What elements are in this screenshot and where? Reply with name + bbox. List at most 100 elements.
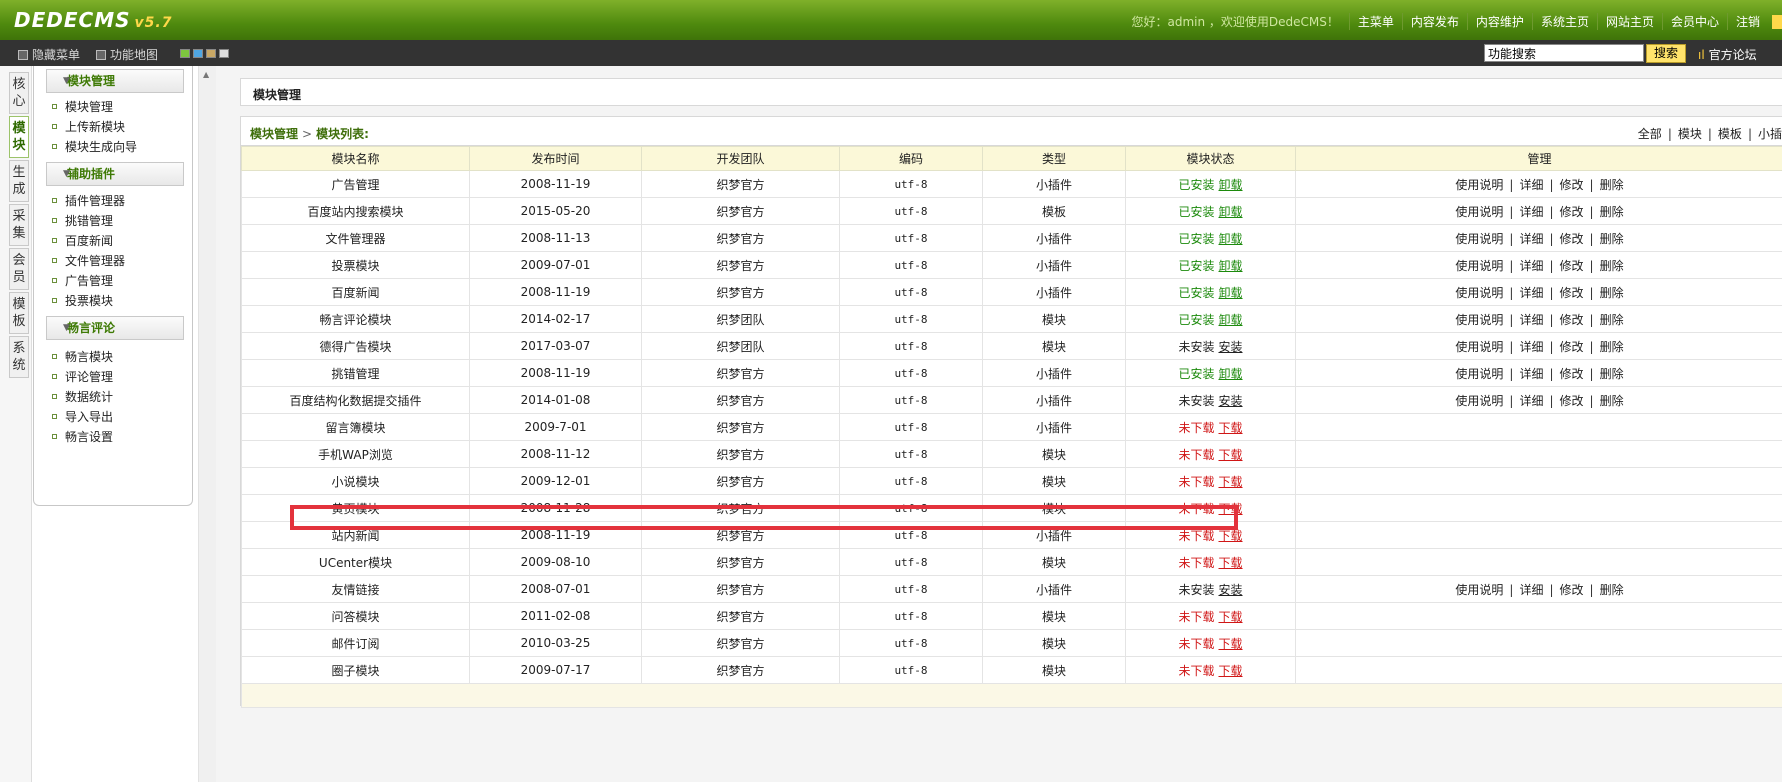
- manage-detail-link[interactable]: 详细: [1519, 232, 1543, 246]
- manage-edit-link[interactable]: 修改: [1560, 340, 1584, 354]
- vtab-generate[interactable]: 生成: [9, 160, 29, 202]
- manage-detail-link[interactable]: 详细: [1519, 367, 1543, 381]
- install-link[interactable]: 安装: [1219, 340, 1243, 354]
- filter-template[interactable]: 模板: [1718, 127, 1742, 141]
- manage-help-link[interactable]: 使用说明: [1455, 340, 1503, 354]
- manage-edit-link[interactable]: 修改: [1560, 232, 1584, 246]
- scroll-up-icon[interactable]: ▲: [203, 70, 209, 79]
- vtab-members[interactable]: 会员: [9, 248, 29, 290]
- manage-edit-link[interactable]: 修改: [1560, 367, 1584, 381]
- manage-delete-link[interactable]: 删除: [1600, 259, 1624, 273]
- breadcrumb-module-manage[interactable]: 模块管理: [250, 127, 298, 141]
- nav-member-center[interactable]: 会员中心: [1661, 13, 1727, 30]
- menu-item-import-export[interactable]: 导入导出: [52, 408, 113, 425]
- download-link[interactable]: 下载: [1219, 502, 1243, 516]
- menu-splitter[interactable]: ▲: [198, 66, 216, 782]
- nav-content-maintain[interactable]: 内容维护: [1466, 13, 1532, 30]
- manage-edit-link[interactable]: 修改: [1560, 313, 1584, 327]
- menu-item-vote[interactable]: 投票模块: [52, 292, 113, 309]
- official-forum-link[interactable]: ıl 官方论坛: [1698, 46, 1757, 63]
- filter-plugin[interactable]: 小插: [1758, 127, 1782, 141]
- manage-edit-link[interactable]: 修改: [1560, 394, 1584, 408]
- download-link[interactable]: 下载: [1219, 556, 1243, 570]
- install-link[interactable]: 安装: [1219, 583, 1243, 597]
- download-link[interactable]: 下载: [1219, 448, 1243, 462]
- corner-tab[interactable]: [1772, 14, 1782, 29]
- download-link[interactable]: 下载: [1219, 421, 1243, 435]
- menu-group-plugins[interactable]: ▼ 辅助插件: [46, 162, 184, 186]
- manage-detail-link[interactable]: 详细: [1519, 286, 1543, 300]
- manage-help-link[interactable]: 使用说明: [1455, 394, 1503, 408]
- manage-delete-link[interactable]: 删除: [1600, 394, 1624, 408]
- uninstall-link[interactable]: 卸载: [1219, 313, 1243, 327]
- theme-swatch-blue[interactable]: [193, 49, 203, 58]
- manage-help-link[interactable]: 使用说明: [1455, 313, 1503, 327]
- manage-detail-link[interactable]: 详细: [1519, 313, 1543, 327]
- menu-item-upload-module[interactable]: 上传新模块: [52, 118, 125, 135]
- manage-delete-link[interactable]: 删除: [1600, 367, 1624, 381]
- menu-group-changyan[interactable]: ▼ 畅言评论: [46, 316, 184, 340]
- manage-delete-link[interactable]: 删除: [1600, 340, 1624, 354]
- manage-help-link[interactable]: 使用说明: [1455, 583, 1503, 597]
- manage-delete-link[interactable]: 删除: [1600, 178, 1624, 192]
- menu-item-comment-manage[interactable]: 评论管理: [52, 368, 113, 385]
- hide-menu-button[interactable]: 隐藏菜单: [18, 46, 80, 63]
- uninstall-link[interactable]: 卸载: [1219, 259, 1243, 273]
- vtab-core[interactable]: 核心: [9, 72, 29, 114]
- menu-item-module-manage[interactable]: 模块管理: [52, 98, 113, 115]
- manage-help-link[interactable]: 使用说明: [1455, 259, 1503, 273]
- manage-edit-link[interactable]: 修改: [1560, 178, 1584, 192]
- uninstall-link[interactable]: 卸载: [1219, 205, 1243, 219]
- manage-detail-link[interactable]: 详细: [1519, 205, 1543, 219]
- theme-swatch-gray[interactable]: [219, 49, 229, 58]
- uninstall-link[interactable]: 卸载: [1219, 178, 1243, 192]
- filter-module[interactable]: 模块: [1678, 127, 1702, 141]
- manage-detail-link[interactable]: 详细: [1519, 259, 1543, 273]
- menu-item-module-wizard[interactable]: 模块生成向导: [52, 138, 137, 155]
- nav-logout[interactable]: 注销: [1726, 13, 1768, 30]
- vtab-modules[interactable]: 模块: [9, 116, 29, 158]
- manage-help-link[interactable]: 使用说明: [1455, 286, 1503, 300]
- filter-all[interactable]: 全部: [1638, 127, 1662, 141]
- manage-delete-link[interactable]: 删除: [1600, 313, 1624, 327]
- vtab-templates[interactable]: 模板: [9, 292, 29, 334]
- manage-detail-link[interactable]: 详细: [1519, 394, 1543, 408]
- nav-system-home[interactable]: 系统主页: [1531, 13, 1597, 30]
- search-button[interactable]: 搜索: [1646, 44, 1686, 63]
- manage-help-link[interactable]: 使用说明: [1455, 178, 1503, 192]
- manage-delete-link[interactable]: 删除: [1600, 583, 1624, 597]
- theme-swatch-green[interactable]: [180, 49, 190, 58]
- manage-help-link[interactable]: 使用说明: [1455, 205, 1503, 219]
- uninstall-link[interactable]: 卸载: [1219, 232, 1243, 246]
- menu-item-changyan-settings[interactable]: 畅言设置: [52, 428, 113, 445]
- function-search-input[interactable]: [1484, 44, 1644, 62]
- download-link[interactable]: 下载: [1219, 610, 1243, 624]
- manage-edit-link[interactable]: 修改: [1560, 286, 1584, 300]
- nav-site-home[interactable]: 网站主页: [1596, 13, 1662, 30]
- menu-item-baidu-news[interactable]: 百度新闻: [52, 232, 113, 249]
- vtab-collect[interactable]: 采集: [9, 204, 29, 246]
- menu-item-statistics[interactable]: 数据统计: [52, 388, 113, 405]
- manage-edit-link[interactable]: 修改: [1560, 205, 1584, 219]
- manage-help-link[interactable]: 使用说明: [1455, 367, 1503, 381]
- manage-delete-link[interactable]: 删除: [1600, 205, 1624, 219]
- manage-detail-link[interactable]: 详细: [1519, 340, 1543, 354]
- menu-item-ad-manage[interactable]: 广告管理: [52, 272, 113, 289]
- manage-detail-link[interactable]: 详细: [1519, 178, 1543, 192]
- download-link[interactable]: 下载: [1219, 664, 1243, 678]
- nav-main-menu[interactable]: 主菜单: [1348, 13, 1402, 30]
- feature-map-button[interactable]: 功能地图: [96, 46, 158, 63]
- menu-item-error-report[interactable]: 挑错管理: [52, 212, 113, 229]
- download-link[interactable]: 下载: [1219, 475, 1243, 489]
- uninstall-link[interactable]: 卸载: [1219, 367, 1243, 381]
- download-link[interactable]: 下载: [1219, 637, 1243, 651]
- manage-edit-link[interactable]: 修改: [1560, 583, 1584, 597]
- menu-group-module-manage[interactable]: ▼ 模块管理: [46, 69, 184, 93]
- manage-delete-link[interactable]: 删除: [1600, 232, 1624, 246]
- manage-detail-link[interactable]: 详细: [1519, 583, 1543, 597]
- menu-item-plugin-manager[interactable]: 插件管理器: [52, 192, 125, 209]
- manage-help-link[interactable]: 使用说明: [1455, 232, 1503, 246]
- manage-delete-link[interactable]: 删除: [1600, 286, 1624, 300]
- menu-item-changyan-module[interactable]: 畅言模块: [52, 348, 113, 365]
- download-link[interactable]: 下载: [1219, 529, 1243, 543]
